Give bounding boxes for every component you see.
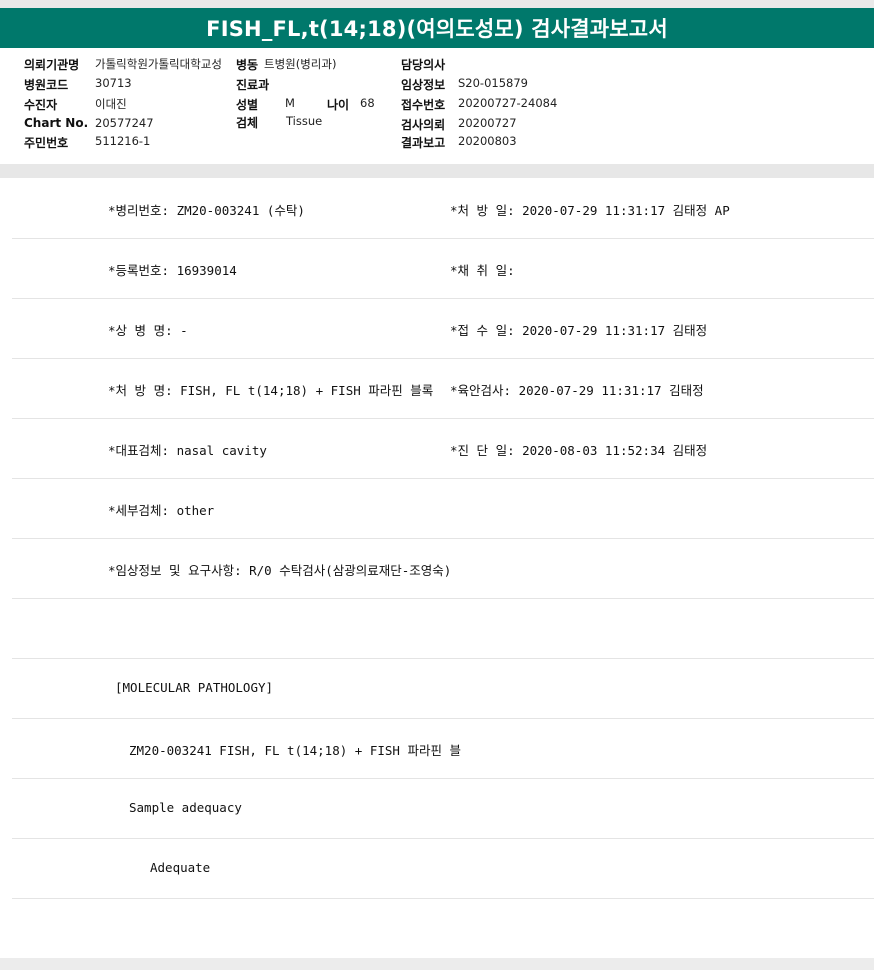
diagnosis-date: *진 단 일: 2020-08-03 11:52:34 김태정 <box>450 443 708 458</box>
report-row <box>12 898 874 958</box>
clinical-info-label: 임상정보 <box>401 78 446 92</box>
examinee-value: 이대진 <box>95 97 127 111</box>
rrn-label: 주민번호 <box>24 136 69 150</box>
report-row: Adequate <box>12 838 874 899</box>
request-date-value: 20200727 <box>458 116 517 130</box>
chart-number-label: Chart No. <box>24 116 89 130</box>
bottom-strip <box>0 958 874 970</box>
patient-info-panel: 의뢰기관명 가톨릭학원가톨릭대학교성 병동 트병원(병리과) 담당의사 병원코드… <box>0 48 874 165</box>
hospital-code-value: 30713 <box>95 76 132 90</box>
report-row: *상 병 명: - *접 수 일: 2020-07-29 11:31:17 김태… <box>12 298 874 359</box>
examinee-label: 수진자 <box>24 98 58 112</box>
institution-label: 의뢰기관명 <box>24 58 80 72</box>
report-row: *세부검체: other <box>12 478 874 539</box>
report-row: *병리번호: ZM20-003241 (수탁) *처 방 일: 2020-07-… <box>12 178 874 239</box>
ward-value: 트병원(병리과) <box>264 57 337 71</box>
order-date: *처 방 일: 2020-07-29 11:31:17 김태정 AP <box>450 203 730 218</box>
test-line: ZM20-003241 FISH, FL t(14;18) + FISH 파라핀… <box>129 743 461 758</box>
sample-adequacy-value: Adequate <box>150 860 211 875</box>
report-row: *등록번호: 16939014 *채 취 일: <box>12 238 874 299</box>
top-strip <box>0 0 874 8</box>
report-row: ZM20-003241 FISH, FL t(14;18) + FISH 파라핀… <box>12 718 874 779</box>
diagnosis-name: *상 병 명: - <box>108 323 188 338</box>
doctor-label: 담당의사 <box>401 58 446 72</box>
receipt-number-label: 접수번호 <box>401 98 446 112</box>
report-row: [MOLECULAR PATHOLOGY] <box>12 658 874 719</box>
section-separator <box>0 164 874 178</box>
age-value: 68 <box>360 96 375 110</box>
institution-value: 가톨릭학원가톨릭대학교성 <box>95 57 222 71</box>
receipt-date: *접 수 일: 2020-07-29 11:31:17 김태정 <box>450 323 708 338</box>
report-row: *대표검체: nasal cavity *진 단 일: 2020-08-03 1… <box>12 418 874 479</box>
report-title: FISH_FL,t(14;18)(여의도성모) 검사결과보고서 <box>206 17 668 41</box>
sample-adequacy-label: Sample adequacy <box>129 800 242 815</box>
hospital-code-label: 병원코드 <box>24 78 69 92</box>
sex-value: M <box>285 96 295 110</box>
report-row <box>12 598 874 659</box>
result-date-value: 20200803 <box>458 134 517 148</box>
specimen-value: Tissue <box>286 114 323 128</box>
clinical-info-request: *임상정보 및 요구사항: R/0 수탁검사(삼광의료재단-조영숙) <box>108 563 452 578</box>
report-row: Sample adequacy <box>12 778 874 839</box>
representative-specimen: *대표검체: nasal cavity <box>108 443 267 458</box>
request-date-label: 검사의뢰 <box>401 118 446 132</box>
pathology-number: *병리번호: ZM20-003241 (수탁) <box>108 203 305 218</box>
clinical-info-value: S20-015879 <box>458 76 528 90</box>
section-heading: [MOLECULAR PATHOLOGY] <box>115 680 274 695</box>
report-row: *처 방 명: FISH, FL t(14;18) + FISH 파라핀 블록 … <box>12 358 874 419</box>
detail-specimen: *세부검체: other <box>108 503 215 518</box>
age-label: 나이 <box>327 98 350 112</box>
specimen-label: 검체 <box>236 116 259 130</box>
rrn-value: 511216-1 <box>95 134 151 148</box>
report-body: *병리번호: ZM20-003241 (수탁) *처 방 일: 2020-07-… <box>12 178 874 958</box>
report-row: *임상정보 및 요구사항: R/0 수탁검사(삼광의료재단-조영숙) <box>12 538 874 599</box>
chart-number-value: 20577247 <box>95 116 154 130</box>
sex-label: 성별 <box>236 98 259 112</box>
report-title-bar: FISH_FL,t(14;18)(여의도성모) 검사결과보고서 <box>0 8 874 48</box>
ward-label: 병동 <box>236 58 259 72</box>
dept-label: 진료과 <box>236 78 270 92</box>
gross-exam-date: *육안검사: 2020-07-29 11:31:17 김태정 <box>450 383 704 398</box>
order-name: *처 방 명: FISH, FL t(14;18) + FISH 파라핀 블록 <box>108 383 434 398</box>
registration-number: *등록번호: 16939014 <box>108 263 237 278</box>
receipt-number-value: 20200727-24084 <box>458 96 558 110</box>
result-date-label: 결과보고 <box>401 136 446 150</box>
collection-date: *채 취 일: <box>450 263 515 278</box>
